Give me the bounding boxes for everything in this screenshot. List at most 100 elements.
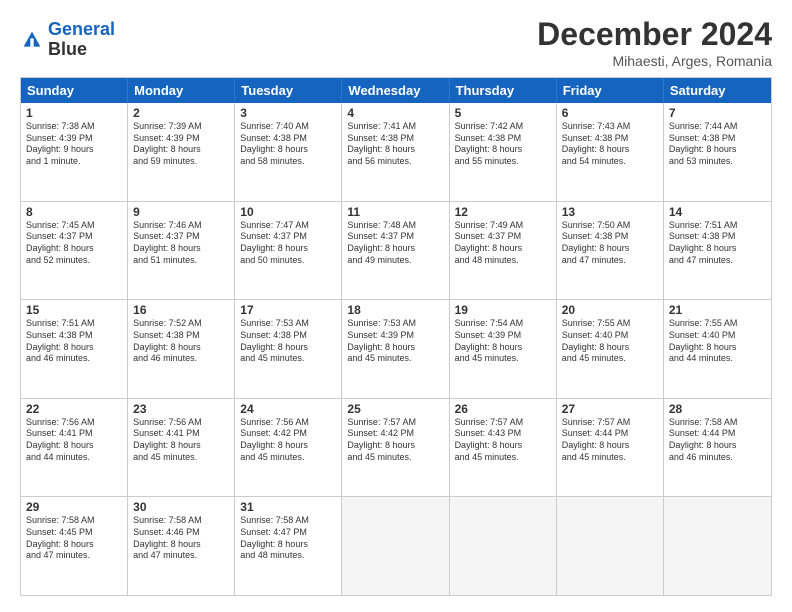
day-number: 5 bbox=[455, 106, 551, 120]
cell-line: Sunset: 4:37 PM bbox=[133, 231, 229, 243]
col-header-tuesday: Tuesday bbox=[235, 78, 342, 103]
cell-line: and 44 minutes. bbox=[669, 353, 766, 365]
day-number: 26 bbox=[455, 402, 551, 416]
cell-line: Sunset: 4:38 PM bbox=[562, 231, 658, 243]
cell-line: Daylight: 8 hours bbox=[455, 440, 551, 452]
empty-cell-r4c6 bbox=[664, 497, 771, 595]
day-number: 15 bbox=[26, 303, 122, 317]
calendar-row-3: 15Sunrise: 7:51 AMSunset: 4:38 PMDayligh… bbox=[21, 299, 771, 398]
day-number: 11 bbox=[347, 205, 443, 219]
cell-line: Sunrise: 7:39 AM bbox=[133, 121, 229, 133]
calendar-row-1: 1Sunrise: 7:38 AMSunset: 4:39 PMDaylight… bbox=[21, 103, 771, 201]
cell-line: Sunrise: 7:50 AM bbox=[562, 220, 658, 232]
col-header-saturday: Saturday bbox=[664, 78, 771, 103]
cell-line: Sunset: 4:46 PM bbox=[133, 527, 229, 539]
cell-line: and 47 minutes. bbox=[669, 255, 766, 267]
cell-line: Sunrise: 7:54 AM bbox=[455, 318, 551, 330]
cell-line: Sunset: 4:38 PM bbox=[347, 133, 443, 145]
cell-line: Sunrise: 7:58 AM bbox=[26, 515, 122, 527]
cell-line: Daylight: 8 hours bbox=[669, 243, 766, 255]
cell-line: Sunrise: 7:56 AM bbox=[133, 417, 229, 429]
cell-line: Daylight: 8 hours bbox=[26, 342, 122, 354]
logo-icon bbox=[22, 30, 42, 50]
cell-line: and 58 minutes. bbox=[240, 156, 336, 168]
calendar-row-5: 29Sunrise: 7:58 AMSunset: 4:45 PMDayligh… bbox=[21, 496, 771, 595]
col-header-wednesday: Wednesday bbox=[342, 78, 449, 103]
cell-line: and 51 minutes. bbox=[133, 255, 229, 267]
cell-line: Sunset: 4:38 PM bbox=[240, 133, 336, 145]
cell-line: Sunrise: 7:52 AM bbox=[133, 318, 229, 330]
day-number: 29 bbox=[26, 500, 122, 514]
cell-line: Sunset: 4:45 PM bbox=[26, 527, 122, 539]
day-cell-29: 29Sunrise: 7:58 AMSunset: 4:45 PMDayligh… bbox=[21, 497, 128, 595]
day-number: 3 bbox=[240, 106, 336, 120]
cell-line: Daylight: 8 hours bbox=[240, 539, 336, 551]
day-number: 25 bbox=[347, 402, 443, 416]
cell-line: and 45 minutes. bbox=[455, 452, 551, 464]
day-cell-3: 3Sunrise: 7:40 AMSunset: 4:38 PMDaylight… bbox=[235, 103, 342, 201]
cell-line: Sunset: 4:37 PM bbox=[26, 231, 122, 243]
cell-line: and 46 minutes. bbox=[26, 353, 122, 365]
cell-line: Sunset: 4:44 PM bbox=[669, 428, 766, 440]
cell-line: Daylight: 8 hours bbox=[26, 440, 122, 452]
cell-line: Daylight: 8 hours bbox=[562, 144, 658, 156]
day-cell-22: 22Sunrise: 7:56 AMSunset: 4:41 PMDayligh… bbox=[21, 399, 128, 497]
cell-line: and 48 minutes. bbox=[455, 255, 551, 267]
day-cell-8: 8Sunrise: 7:45 AMSunset: 4:37 PMDaylight… bbox=[21, 202, 128, 300]
cell-line: and 52 minutes. bbox=[26, 255, 122, 267]
cell-line: Sunset: 4:38 PM bbox=[669, 231, 766, 243]
cell-line: Sunset: 4:38 PM bbox=[669, 133, 766, 145]
day-number: 31 bbox=[240, 500, 336, 514]
cell-line: and 53 minutes. bbox=[669, 156, 766, 168]
cell-line: Daylight: 8 hours bbox=[240, 243, 336, 255]
empty-cell-r4c5 bbox=[557, 497, 664, 595]
calendar-row-2: 8Sunrise: 7:45 AMSunset: 4:37 PMDaylight… bbox=[21, 201, 771, 300]
cell-line: Sunset: 4:42 PM bbox=[347, 428, 443, 440]
cell-line: Sunrise: 7:55 AM bbox=[669, 318, 766, 330]
day-number: 20 bbox=[562, 303, 658, 317]
cell-line: Daylight: 8 hours bbox=[347, 144, 443, 156]
cell-line: Sunset: 4:42 PM bbox=[240, 428, 336, 440]
cell-line: Sunrise: 7:56 AM bbox=[240, 417, 336, 429]
col-header-thursday: Thursday bbox=[450, 78, 557, 103]
day-cell-2: 2Sunrise: 7:39 AMSunset: 4:39 PMDaylight… bbox=[128, 103, 235, 201]
day-cell-23: 23Sunrise: 7:56 AMSunset: 4:41 PMDayligh… bbox=[128, 399, 235, 497]
cell-line: and 54 minutes. bbox=[562, 156, 658, 168]
cell-line: and 45 minutes. bbox=[347, 452, 443, 464]
cell-line: and 45 minutes. bbox=[455, 353, 551, 365]
cell-line: and 47 minutes. bbox=[26, 550, 122, 562]
day-cell-4: 4Sunrise: 7:41 AMSunset: 4:38 PMDaylight… bbox=[342, 103, 449, 201]
day-cell-26: 26Sunrise: 7:57 AMSunset: 4:43 PMDayligh… bbox=[450, 399, 557, 497]
calendar: SundayMondayTuesdayWednesdayThursdayFrid… bbox=[20, 77, 772, 596]
cell-line: and 45 minutes. bbox=[133, 452, 229, 464]
day-number: 17 bbox=[240, 303, 336, 317]
cell-line: Daylight: 8 hours bbox=[347, 440, 443, 452]
day-number: 1 bbox=[26, 106, 122, 120]
cell-line: Daylight: 8 hours bbox=[26, 539, 122, 551]
cell-line: Sunrise: 7:58 AM bbox=[669, 417, 766, 429]
day-number: 4 bbox=[347, 106, 443, 120]
logo-text-blue: Blue bbox=[48, 40, 115, 60]
cell-line: Sunset: 4:40 PM bbox=[669, 330, 766, 342]
day-number: 12 bbox=[455, 205, 551, 219]
logo-text-general: General bbox=[48, 20, 115, 40]
logo: General Blue bbox=[20, 20, 115, 60]
calendar-header: SundayMondayTuesdayWednesdayThursdayFrid… bbox=[21, 78, 771, 103]
day-number: 18 bbox=[347, 303, 443, 317]
day-number: 19 bbox=[455, 303, 551, 317]
day-cell-12: 12Sunrise: 7:49 AMSunset: 4:37 PMDayligh… bbox=[450, 202, 557, 300]
cell-line: Sunrise: 7:55 AM bbox=[562, 318, 658, 330]
cell-line: Sunrise: 7:51 AM bbox=[669, 220, 766, 232]
cell-line: Daylight: 8 hours bbox=[240, 440, 336, 452]
col-header-monday: Monday bbox=[128, 78, 235, 103]
cell-line: Daylight: 9 hours bbox=[26, 144, 122, 156]
cell-line: and 45 minutes. bbox=[347, 353, 443, 365]
cell-line: Sunrise: 7:44 AM bbox=[669, 121, 766, 133]
cell-line: Sunset: 4:39 PM bbox=[455, 330, 551, 342]
day-number: 23 bbox=[133, 402, 229, 416]
day-cell-28: 28Sunrise: 7:58 AMSunset: 4:44 PMDayligh… bbox=[664, 399, 771, 497]
day-number: 8 bbox=[26, 205, 122, 219]
day-cell-11: 11Sunrise: 7:48 AMSunset: 4:37 PMDayligh… bbox=[342, 202, 449, 300]
day-cell-31: 31Sunrise: 7:58 AMSunset: 4:47 PMDayligh… bbox=[235, 497, 342, 595]
cell-line: Daylight: 8 hours bbox=[455, 342, 551, 354]
